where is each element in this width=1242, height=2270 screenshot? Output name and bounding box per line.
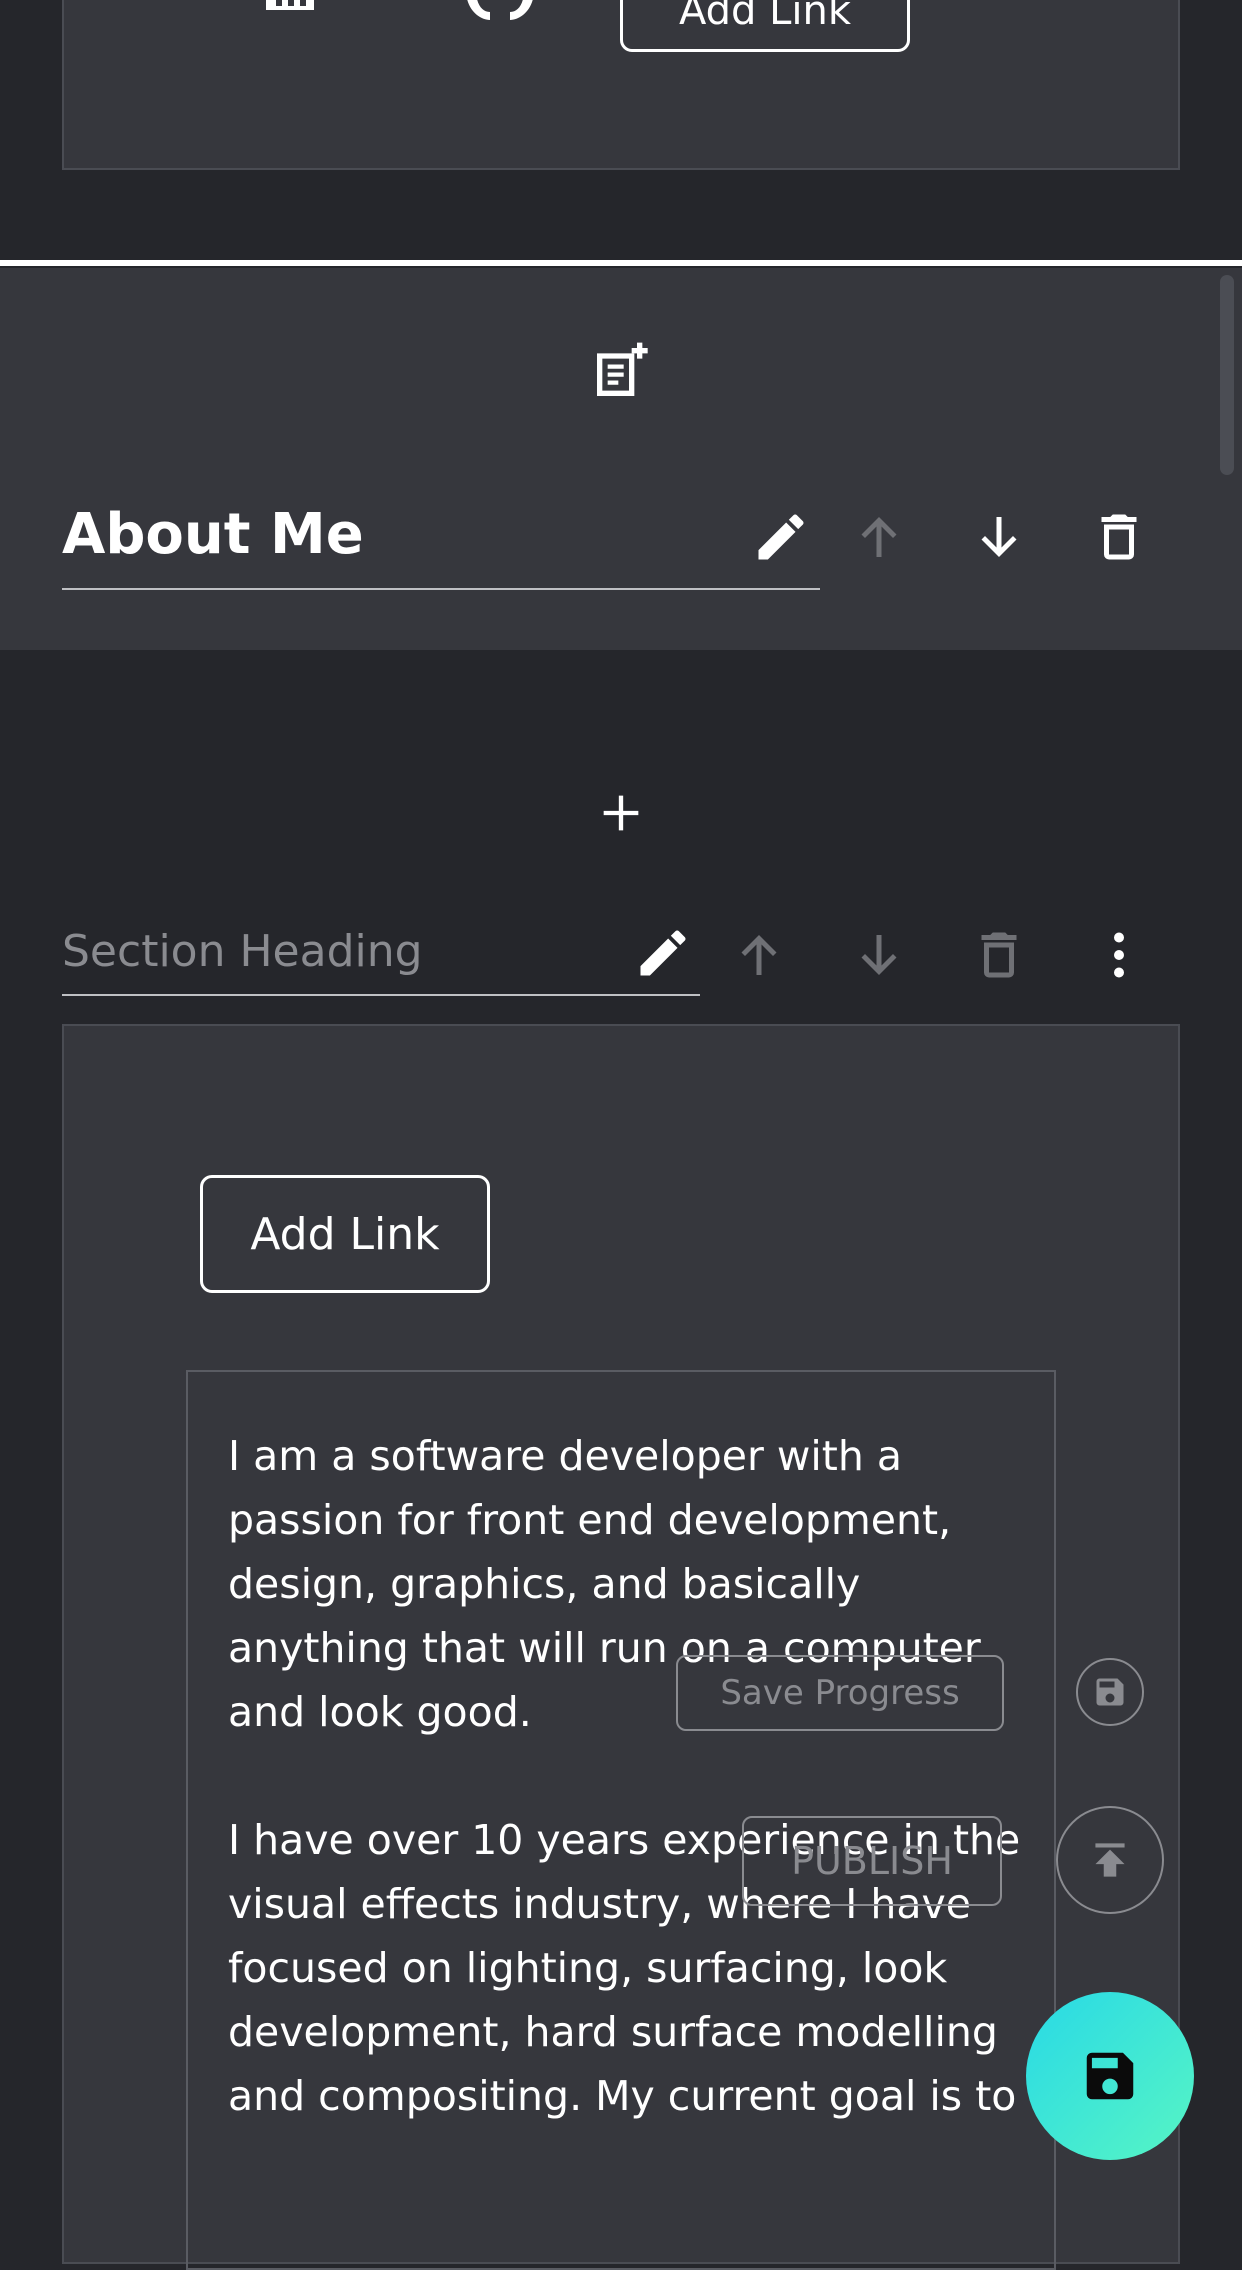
- arrow-down-icon[interactable]: [966, 504, 1032, 570]
- fab-save-icon: [1079, 2045, 1141, 2107]
- table-icon[interactable]: [262, 0, 318, 24]
- section-divider: [0, 260, 1242, 266]
- arrow-up-icon[interactable]: [726, 922, 792, 988]
- fab-save-button[interactable]: [1026, 1992, 1194, 2160]
- publish-button[interactable]: PUBLISH: [742, 1816, 1002, 1906]
- save-icon[interactable]: [1076, 1658, 1144, 1726]
- delete-icon[interactable]: [966, 922, 1032, 988]
- heading-underline: [62, 994, 700, 996]
- note-add-icon[interactable]: [585, 336, 657, 408]
- more-vert-icon[interactable]: [1086, 922, 1152, 988]
- section-heading-about-me[interactable]: About Me: [62, 500, 514, 570]
- plus-icon[interactable]: [588, 780, 654, 846]
- save-progress-button[interactable]: Save Progress: [676, 1655, 1004, 1731]
- edit-icon[interactable]: [630, 920, 696, 986]
- publish-icon[interactable]: [1056, 1806, 1164, 1914]
- github-icon[interactable]: [460, 0, 540, 30]
- heading-underline: [62, 588, 820, 590]
- delete-icon[interactable]: [1086, 504, 1152, 570]
- scrollbar[interactable]: [1220, 275, 1234, 475]
- about-section-header: [0, 268, 1242, 650]
- edit-icon[interactable]: [748, 504, 814, 570]
- arrow-down-icon[interactable]: [846, 922, 912, 988]
- top-add-link-button[interactable]: Add Link: [620, 0, 910, 52]
- section-heading-input[interactable]: Section Heading: [62, 922, 622, 982]
- arrow-up-icon[interactable]: [846, 504, 912, 570]
- add-link-button[interactable]: Add Link: [200, 1175, 490, 1293]
